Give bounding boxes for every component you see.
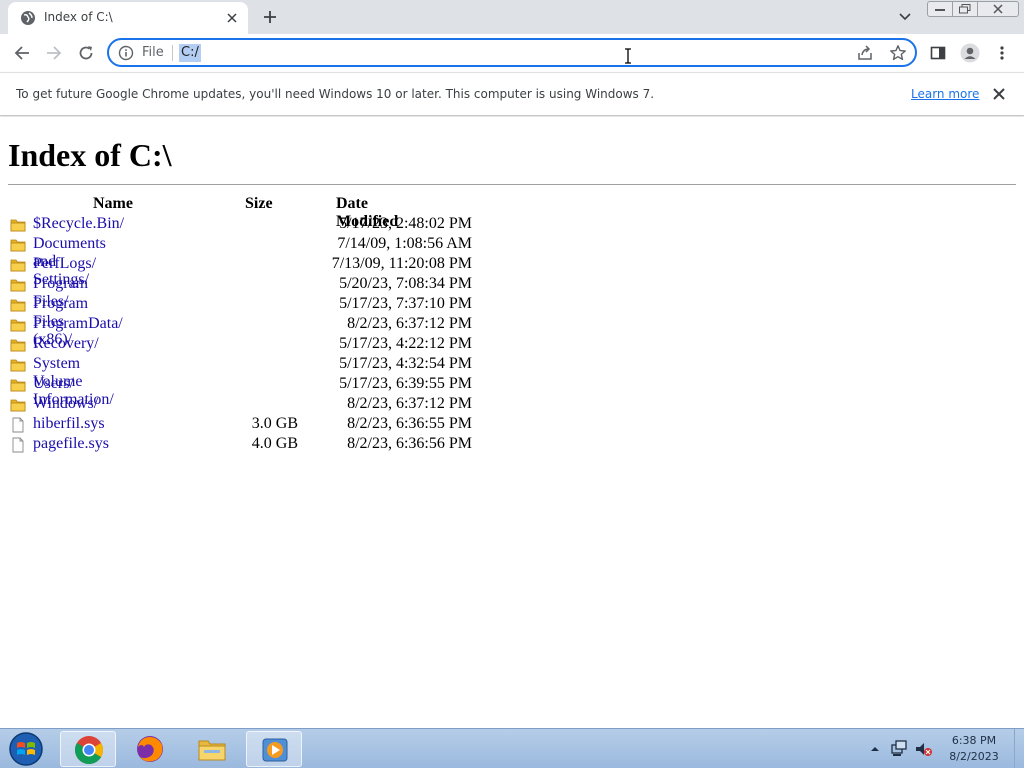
folder-icon [10,219,26,232]
file-icon [12,437,24,453]
folder-icon [10,399,26,412]
tab-strip: Index of C:\ [0,0,1024,34]
file-date-modified: 8/2/23, 6:36:55 PM [347,415,472,432]
file-date-modified: 8/2/23, 6:37:12 PM [347,315,472,332]
update-infobar: To get future Google Chrome updates, you… [0,72,1024,116]
windows-taskbar: 6:38 PM 8/2/2023 [0,728,1024,768]
folder-icon [10,259,26,272]
file-date-modified: 7/13/09, 11:20:08 PM [331,255,472,272]
new-tab-icon[interactable] [258,5,282,29]
url-scheme-label: File [142,45,164,60]
column-header-name[interactable]: Name [93,195,133,213]
tab-index-of-c[interactable]: Index of C:\ [8,2,248,34]
file-date-modified: 5/17/23, 2:48:02 PM [339,215,472,232]
column-header-size[interactable]: Size [245,195,273,213]
profile-button[interactable] [957,40,983,66]
media-player-icon [262,738,288,762]
file-date-modified: 5/17/23, 6:39:55 PM [339,375,472,392]
file-link[interactable]: hiberfil.sys [33,415,105,433]
star-icon[interactable] [889,44,907,62]
file-date-modified: 7/14/09, 1:08:56 AM [337,235,472,252]
system-tray [871,740,932,756]
firefox-icon [137,736,163,762]
tab-title: Index of C:\ [44,10,113,24]
arrow-left-icon [14,46,29,60]
file-link[interactable]: pagefile.sys [33,435,109,453]
arrow-right-icon [47,46,62,60]
forward-button[interactable] [41,40,67,66]
reload-button[interactable] [73,40,99,66]
url-text[interactable]: C:/ [179,44,201,62]
file-icon [12,417,24,433]
folder-icon [10,379,26,392]
chevron-down-icon[interactable] [894,6,916,28]
browser-toolbar: File C:/ [0,34,1024,72]
volume-muted-icon[interactable] [916,743,932,756]
file-date-modified: 5/17/23, 4:32:54 PM [339,355,472,372]
file-explorer-icon [198,740,226,761]
minimize-button[interactable] [927,1,953,17]
tab-close-icon[interactable] [222,8,242,28]
file-date-modified: 8/2/23, 6:37:12 PM [347,395,472,412]
address-bar[interactable]: File C:/ [107,38,917,67]
infobar-close-icon[interactable] [990,85,1008,103]
folder-icon [10,359,26,372]
chrome-icon [75,736,103,764]
folder-icon [10,279,26,292]
file-date-modified: 5/17/23, 4:22:12 PM [339,335,472,352]
side-panel-button[interactable] [925,40,951,66]
omnibox-separator [172,45,173,61]
page-content: Index of C:\ Name Size Date Modified $Re… [0,117,1024,728]
file-link[interactable]: PerfLogs/ [33,255,96,273]
kebab-menu-icon [1000,46,1004,60]
file-date-modified: 8/2/23, 6:36:56 PM [347,435,472,452]
taskbar-media-player[interactable] [246,731,302,767]
side-panel-icon [930,46,946,60]
show-hidden-icons-icon[interactable] [871,747,879,751]
show-desktop-button[interactable] [1014,729,1024,768]
folder-icon [10,319,26,332]
taskbar-file-explorer[interactable] [184,731,240,767]
file-link[interactable]: Recovery/ [33,335,99,353]
share-icon[interactable] [856,44,874,62]
menu-button[interactable] [989,40,1015,66]
file-date-modified: 5/17/23, 7:37:10 PM [339,295,472,312]
taskbar-chrome[interactable] [60,731,116,767]
network-icon[interactable] [891,740,907,756]
folder-icon [10,239,26,252]
folder-icon [10,299,26,312]
file-size: 3.0 GB [251,415,298,432]
infobar-message: To get future Google Chrome updates, you… [16,87,655,101]
taskbar-clock[interactable]: 6:38 PM 8/2/2023 [938,733,1010,765]
learn-more-link[interactable]: Learn more [911,87,979,101]
text-cursor-icon [625,48,631,64]
reload-icon [79,46,93,60]
file-date-modified: 5/20/23, 7:08:34 PM [339,275,472,292]
folder-icon [10,339,26,352]
clock-date: 8/2/2023 [949,750,999,763]
file-link[interactable]: $Recycle.Bin/ [33,215,124,233]
profile-icon [960,43,980,63]
back-button[interactable] [9,40,35,66]
windows-start-icon[interactable] [6,731,46,767]
restore-button[interactable] [952,1,978,17]
file-link[interactable]: Windows/ [33,395,98,413]
file-size: 4.0 GB [251,435,298,452]
taskbar-firefox[interactable] [122,731,178,767]
divider [8,184,1016,185]
page-title: Index of C:\ [8,137,172,173]
globe-icon [21,11,35,25]
clock-time: 6:38 PM [951,734,997,747]
info-icon[interactable] [118,45,134,61]
file-link[interactable]: ProgramData/ [33,315,123,333]
window-close-button[interactable] [977,1,1019,17]
file-link[interactable]: Users/ [33,375,74,393]
